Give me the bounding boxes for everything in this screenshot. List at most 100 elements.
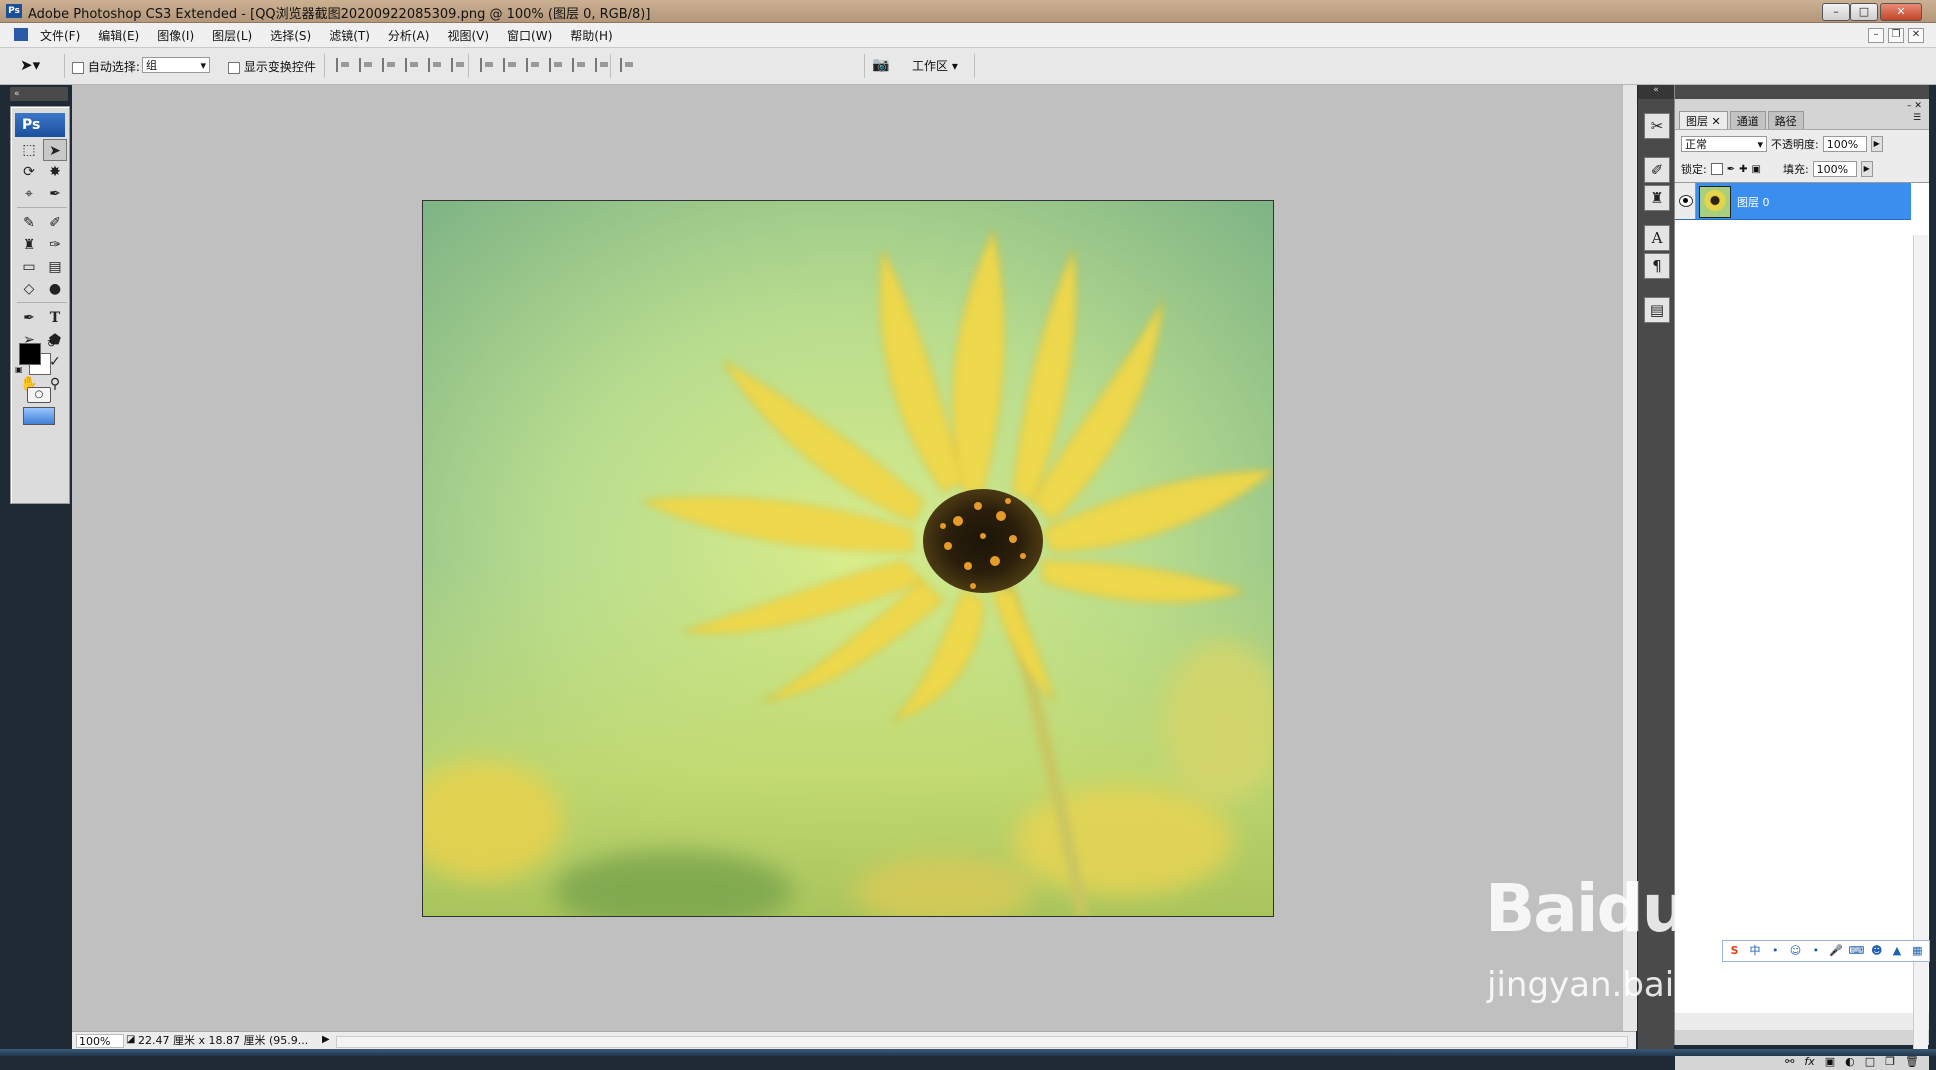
dock-collapse-bar[interactable]: « (1638, 85, 1674, 99)
ime-dot-icon[interactable]: • (1807, 943, 1824, 959)
brushes-icon[interactable]: ✐ (1644, 157, 1670, 183)
distribute-right-icon[interactable] (595, 58, 611, 72)
healing-brush-tool-icon[interactable]: ✎ (17, 212, 41, 234)
layer-row[interactable]: 图层 0 (1675, 183, 1911, 220)
tools-preset-icon[interactable]: ✂ (1644, 113, 1670, 139)
menu-file[interactable]: 文件(F) (38, 27, 82, 44)
auto-align-layers-icon[interactable] (620, 58, 636, 72)
pen-tool-icon[interactable]: ✒ (17, 307, 41, 329)
clone-source-icon[interactable]: ♜ (1644, 185, 1670, 211)
paragraph-icon[interactable]: ¶ (1644, 253, 1670, 279)
menu-image[interactable]: 图像(I) (155, 27, 196, 44)
workspace-menu[interactable]: 工作区 ▾ (912, 57, 958, 74)
brush-tool-icon[interactable]: ✐ (43, 212, 67, 234)
document-icon[interactable] (14, 28, 28, 41)
document-vertical-scrollbar[interactable] (1622, 85, 1637, 1031)
menu-analysis[interactable]: 分析(A) (386, 27, 432, 44)
panel-menu-icon[interactable]: ☰ (1913, 113, 1921, 123)
ime-skin-icon[interactable]: ▲ (1888, 943, 1905, 959)
lock-all-icon[interactable]: ▣ (1752, 164, 1761, 175)
visibility-cell[interactable] (1675, 183, 1696, 219)
quick-mask-icon[interactable]: ○ (27, 387, 51, 403)
sogou-logo-icon[interactable]: S (1726, 943, 1743, 959)
panel-minimize-icon[interactable]: – ✕ (1907, 101, 1922, 111)
lock-position-icon[interactable]: ✚ (1739, 164, 1747, 175)
ime-keyboard-icon[interactable]: ⌨ (1848, 943, 1865, 959)
auto-select-dropdown[interactable]: 组 ▾ (142, 57, 210, 73)
ime-user-icon[interactable]: ☻ (1868, 943, 1885, 959)
eraser-tool-icon[interactable]: ▭ (17, 256, 41, 278)
canvas-image[interactable] (422, 200, 1274, 917)
move-tool-icon[interactable]: ➤ (43, 139, 67, 161)
crop-tool-icon[interactable]: ⌖ (17, 183, 41, 205)
ime-mode-toggle[interactable]: 中 (1746, 943, 1763, 959)
fill-field[interactable]: 100% (1812, 161, 1857, 177)
menu-window[interactable]: 窗口(W) (505, 27, 554, 44)
distribute-top-icon[interactable] (480, 58, 496, 72)
distribute-bottom-icon[interactable] (526, 58, 542, 72)
layer-comps-icon[interactable]: ▤ (1644, 297, 1670, 323)
ime-emoji-icon[interactable]: ☺ (1787, 943, 1804, 959)
character-icon[interactable]: A (1644, 225, 1670, 251)
ime-mic-icon[interactable]: 🎤 (1827, 943, 1844, 959)
gradient-tool-icon[interactable]: ▤ (43, 256, 67, 278)
menu-edit[interactable]: 编辑(E) (96, 27, 141, 44)
type-tool-icon[interactable]: T (43, 307, 67, 329)
close-button[interactable]: ✕ (1880, 3, 1922, 21)
magic-wand-tool-icon[interactable]: ✸ (43, 161, 67, 183)
eye-icon[interactable] (1679, 195, 1693, 207)
align-bottom-icon[interactable] (382, 58, 398, 72)
lock-transparency-icon[interactable] (1710, 163, 1723, 175)
tab-channels[interactable]: 通道 (1729, 111, 1766, 130)
align-hcenter-icon[interactable] (428, 58, 444, 72)
align-top-icon[interactable] (336, 58, 352, 72)
opacity-field[interactable]: 100% (1822, 136, 1867, 152)
doc-minimize-button[interactable]: – (1868, 28, 1884, 43)
screen-mode-icon[interactable] (23, 407, 55, 425)
fx-icon[interactable]: fx (1804, 1055, 1814, 1068)
menu-layer[interactable]: 图层(L) (210, 27, 254, 44)
link-icon[interactable]: ⚯ (1785, 1055, 1794, 1068)
maximize-button[interactable]: □ (1850, 3, 1878, 21)
status-menu-arrow-icon[interactable]: ▶ (322, 1034, 330, 1045)
lock-pixels-icon[interactable]: ✒ (1727, 164, 1735, 175)
bridge-icon[interactable]: 📷 (872, 57, 896, 75)
doc-restore-button[interactable]: ❐ (1888, 28, 1904, 43)
ime-grid-icon[interactable]: ▦ (1909, 943, 1926, 959)
mask-icon[interactable]: ▣ (1825, 1055, 1835, 1068)
swap-colors-icon[interactable]: ↻ (47, 339, 55, 350)
menu-view[interactable]: 视图(V) (445, 27, 491, 44)
distribute-vcenter-icon[interactable] (503, 58, 519, 72)
opacity-slider-arrow-icon[interactable]: ▶ (1870, 136, 1883, 152)
default-colors-icon[interactable]: ▣ (15, 365, 23, 374)
ime-punct-icon[interactable]: • (1767, 943, 1784, 959)
doc-info-icon[interactable]: ◪ (126, 1034, 135, 1045)
document-horizontal-scrollbar[interactable] (336, 1036, 1628, 1048)
marquee-tool-icon[interactable]: ⬚ (17, 139, 41, 161)
tab-layers[interactable]: 图层 ✕ (1679, 111, 1728, 130)
toolbox-collapse-bar[interactable]: « (10, 87, 68, 101)
distribute-hcenter-icon[interactable] (572, 58, 588, 72)
menu-help[interactable]: 帮助(H) (568, 27, 614, 44)
group-icon[interactable]: □ (1865, 1055, 1875, 1068)
blend-mode-dropdown[interactable]: 正常 ▾ (1681, 136, 1767, 152)
align-right-icon[interactable] (451, 58, 467, 72)
new-layer-icon[interactable]: ❐ (1885, 1055, 1895, 1068)
adjustment-icon[interactable]: ◐ (1845, 1055, 1855, 1068)
dodge-tool-icon[interactable]: ● (43, 278, 67, 300)
zoom-field[interactable]: 100% (76, 1034, 124, 1048)
align-vcenter-icon[interactable] (359, 58, 375, 72)
align-left-icon[interactable] (405, 58, 421, 72)
fill-slider-arrow-icon[interactable]: ▶ (1860, 161, 1873, 177)
history-brush-tool-icon[interactable]: ✑ (43, 234, 67, 256)
move-tool-preset-icon[interactable]: ➤▾ (20, 56, 58, 76)
close-icon[interactable]: ✕ (1712, 115, 1721, 128)
show-transform-checkbox[interactable] (228, 61, 240, 74)
minimize-button[interactable]: – (1822, 3, 1850, 21)
blur-tool-icon[interactable]: ◇ (17, 278, 41, 300)
distribute-left-icon[interactable] (549, 58, 565, 72)
tab-paths[interactable]: 路径 (1767, 111, 1804, 130)
menu-filter[interactable]: 滤镜(T) (327, 27, 372, 44)
slice-tool-icon[interactable]: ✒ (43, 183, 67, 205)
auto-select-checkbox[interactable] (72, 61, 84, 74)
